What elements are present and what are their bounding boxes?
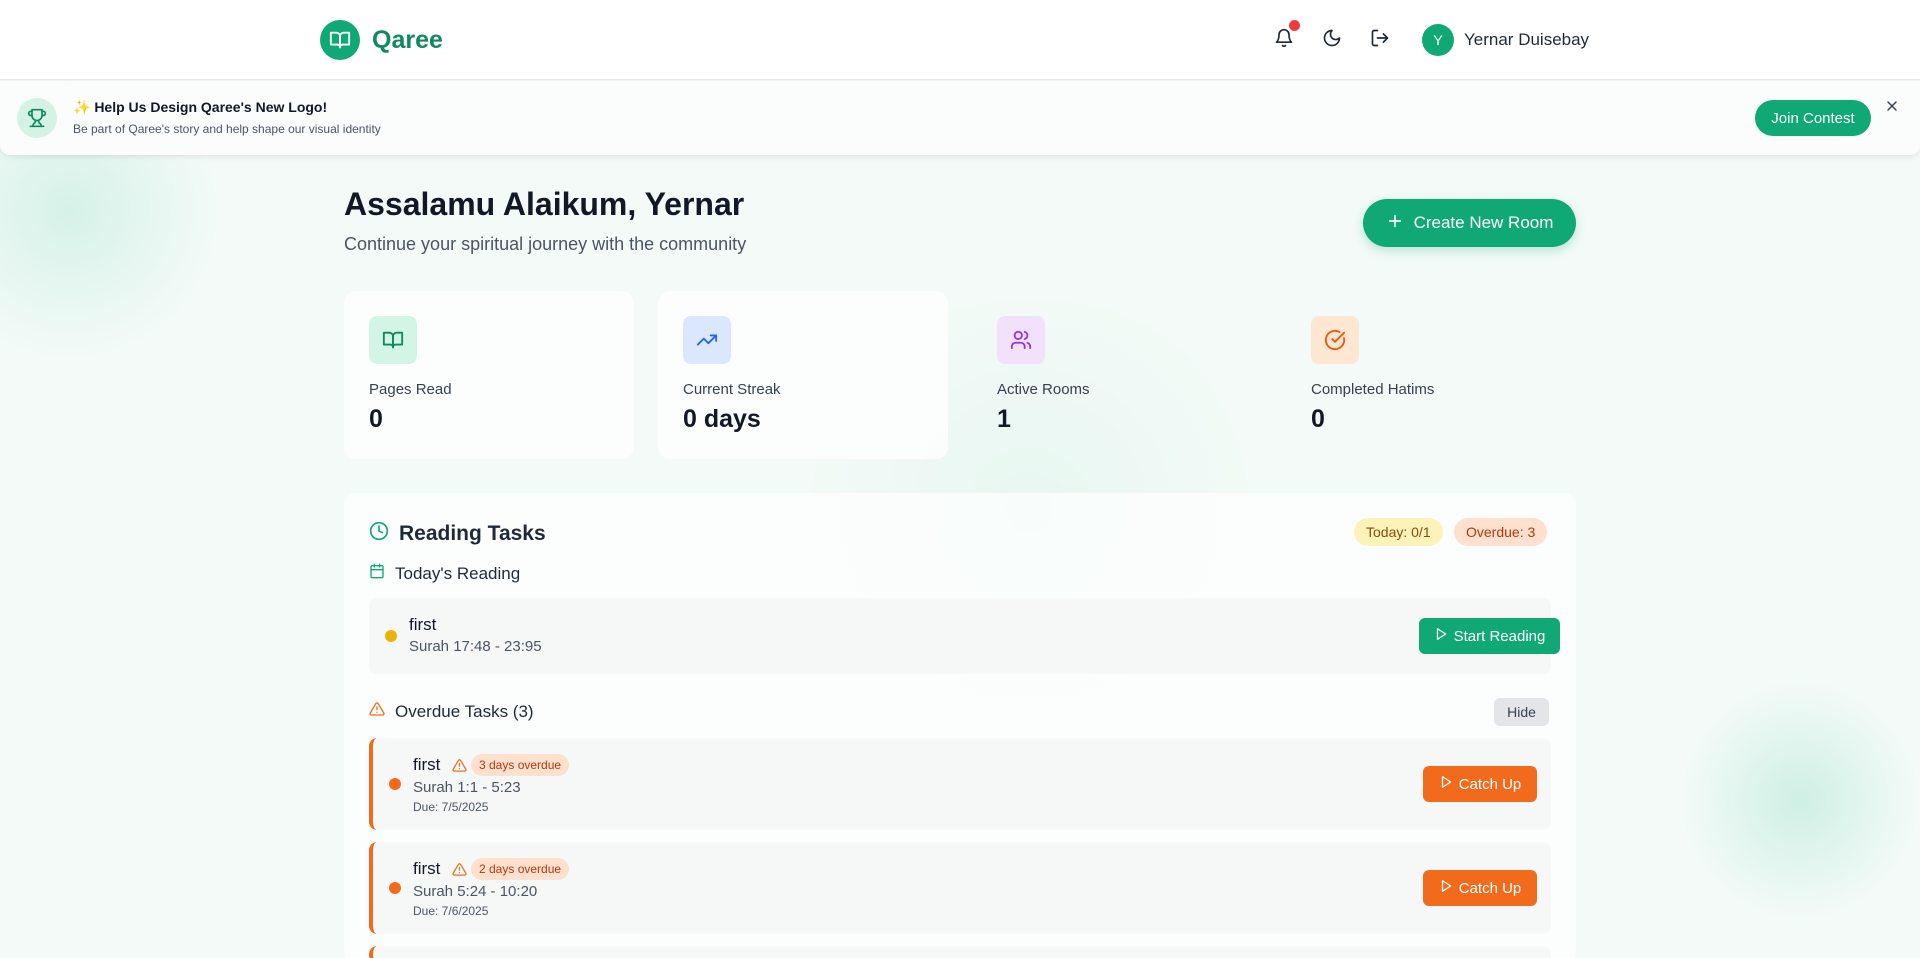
stat-card-active-rooms: Active Rooms 1 [972, 291, 1262, 459]
users-icon [997, 316, 1045, 364]
overdue-task-row [369, 946, 1551, 958]
hide-overdue-button[interactable]: Hide [1494, 698, 1549, 726]
reading-tasks-title: Reading Tasks [399, 522, 546, 545]
top-header: Qaree Y Yernar Duisebay [0, 0, 1920, 80]
stat-label: Current Streak [683, 381, 781, 398]
overdue-count-badge: Overdue: 3 [1454, 518, 1548, 546]
warning-icon [452, 862, 467, 882]
task-range: Surah 17:48 - 23:95 [409, 638, 542, 655]
catch-up-label: Catch Up [1458, 775, 1522, 793]
book-open-icon [320, 20, 360, 60]
catch-up-button[interactable]: Catch Up [1423, 766, 1537, 802]
user-name: Yernar Duisebay [1464, 30, 1590, 49]
task-name: first [409, 615, 437, 634]
stat-card-pages-read: Pages Read 0 [344, 291, 634, 459]
notification-dot [1289, 20, 1300, 31]
warning-icon [452, 758, 467, 778]
catch-up-button[interactable]: Catch Up [1423, 870, 1537, 906]
task-due-date: Due: 7/6/2025 [413, 904, 489, 918]
catch-up-label: Catch Up [1458, 879, 1522, 897]
trophy-icon [17, 98, 57, 138]
overdue-days-badge: 3 days overdue [471, 754, 570, 776]
calendar-icon [369, 563, 385, 584]
todays-reading-heading: Today's Reading [369, 563, 520, 584]
stat-value: 1 [997, 405, 1011, 433]
play-icon [1439, 879, 1453, 897]
reading-tasks-heading: Reading Tasks [369, 521, 546, 547]
theme-toggle-button[interactable] [1318, 26, 1346, 54]
create-room-label: Create New Room [1413, 213, 1554, 232]
join-contest-button[interactable]: Join Contest [1755, 100, 1871, 136]
logout-button[interactable] [1366, 26, 1394, 54]
today-task-row: first Surah 17:48 - 23:95 Start Reading [369, 598, 1560, 674]
close-banner-button[interactable] [1884, 98, 1900, 119]
today-progress-badge: Today: 0/1 [1354, 518, 1443, 546]
stat-value: 0 [369, 405, 383, 433]
stat-card-current-streak: Current Streak 0 days [658, 291, 948, 459]
task-name: first [413, 755, 441, 774]
todays-reading-label: Today's Reading [395, 563, 521, 583]
stat-label: Pages Read [369, 381, 452, 398]
task-range: Surah 1:1 - 5:23 [413, 779, 521, 796]
task-name: first [413, 859, 441, 878]
banner-title: ✨ Help Us Design Qaree's New Logo! [73, 99, 328, 115]
user-menu[interactable]: Y Yernar Duisebay [1422, 24, 1589, 56]
avatar: Y [1422, 24, 1454, 56]
task-due-date: Due: 7/5/2025 [413, 800, 489, 814]
clock-icon [369, 521, 389, 547]
circle-check-icon [1311, 316, 1359, 364]
stat-value: 0 days [683, 405, 761, 433]
overdue-task-row: first 3 days overdue Surah 1:1 - 5:23 Du… [369, 738, 1551, 830]
overdue-tasks-label: Overdue Tasks (3) [395, 701, 534, 721]
moon-icon [1322, 28, 1342, 53]
trending-up-icon [683, 316, 731, 364]
warning-icon [369, 701, 385, 722]
status-dot [389, 778, 401, 790]
book-open-icon [369, 316, 417, 364]
app-name: Qaree [372, 25, 443, 54]
status-dot [389, 882, 401, 894]
page-subtitle: Continue your spiritual journey with the… [344, 234, 747, 254]
stat-value: 0 [1311, 405, 1325, 433]
bell-icon [1274, 28, 1294, 53]
page-title: Assalamu Alaikum, Yernar [344, 186, 745, 222]
overdue-days-badge: 2 days overdue [471, 858, 570, 880]
background-glow [1680, 680, 1920, 920]
status-dot [385, 630, 397, 642]
logout-icon [1370, 28, 1390, 53]
start-reading-label: Start Reading [1453, 627, 1546, 645]
notifications-button[interactable] [1270, 20, 1300, 54]
play-icon [1434, 627, 1448, 645]
reading-tasks-panel: Reading Tasks Today: 0/1 Overdue: 3 Toda… [344, 493, 1576, 958]
overdue-tasks-heading: Overdue Tasks (3) [369, 701, 534, 722]
close-icon [1884, 101, 1900, 118]
play-icon [1439, 775, 1453, 793]
stat-label: Active Rooms [997, 381, 1090, 398]
logo-contest-banner: ✨ Help Us Design Qaree's New Logo! Be pa… [0, 81, 1920, 155]
stat-card-completed-hatims: Completed Hatims 0 [1286, 291, 1576, 459]
plus-icon [1386, 212, 1404, 235]
start-reading-button[interactable]: Start Reading [1419, 618, 1560, 654]
create-room-button[interactable]: Create New Room [1363, 199, 1576, 247]
overdue-task-row: first 2 days overdue Surah 5:24 - 10:20 … [369, 842, 1551, 934]
stat-label: Completed Hatims [1311, 381, 1435, 398]
banner-subtitle: Be part of Qaree's story and help shape … [73, 122, 381, 136]
task-range: Surah 5:24 - 10:20 [413, 883, 538, 900]
app-logo[interactable]: Qaree [320, 20, 443, 60]
